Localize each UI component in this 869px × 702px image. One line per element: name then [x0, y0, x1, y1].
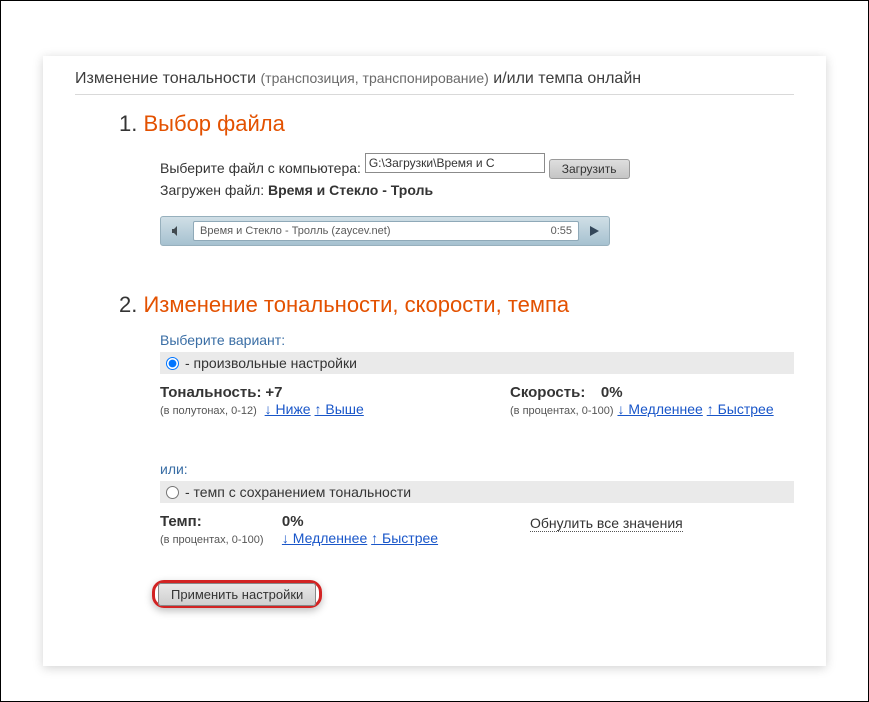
- reset-link[interactable]: Обнулить все значения: [530, 515, 683, 532]
- loaded-file-name: Время и Стекло - Троль: [268, 182, 433, 198]
- section1-title: Выбор файла: [143, 111, 284, 136]
- track-time: 0:55: [551, 225, 572, 237]
- tonality-higher-link[interactable]: ↑ Выше: [315, 401, 364, 417]
- speed-faster-link[interactable]: ↑ Быстрее: [707, 401, 774, 417]
- tonality-hint: (в полутонах, 0-12): [160, 405, 257, 417]
- audio-player[interactable]: Время и Стекло - Тролль (zaycev.net) 0:5…: [160, 216, 610, 246]
- choose-variant-label: Выберите вариант:: [160, 332, 794, 348]
- section1-heading: 1. Выбор файла: [119, 111, 794, 137]
- section1-num: 1.: [119, 111, 137, 136]
- tonality-label: Тональность:: [160, 384, 261, 401]
- title-tail: и/или темпа онлайн: [493, 70, 641, 87]
- loaded-file-label: Загружен файл:: [160, 182, 264, 198]
- browse-button[interactable]: Обзор…: [494, 172, 541, 173]
- tempo-label: Темп:: [160, 513, 278, 530]
- file-path-text: G:\Загрузки\Время и С: [369, 156, 495, 170]
- radio-arbitrary-label: - произвольные настройки: [185, 355, 357, 371]
- choose-file-label: Выберите файл с компьютера:: [160, 160, 361, 176]
- radio-arbitrary[interactable]: [166, 357, 179, 370]
- player-track[interactable]: Время и Стекло - Тролль (zaycev.net) 0:5…: [193, 221, 579, 241]
- radio-arbitrary-row[interactable]: - произвольные настройки: [160, 352, 794, 374]
- speed-value: 0%: [601, 384, 623, 401]
- file-path-input[interactable]: G:\Загрузки\Время и С Обзор…: [365, 153, 545, 173]
- speed-label: Скорость:: [510, 384, 585, 401]
- page-title: Изменение тональности (транспозиция, тра…: [75, 70, 794, 95]
- track-title: Время и Стекло - Тролль (zaycev.net): [200, 225, 391, 237]
- radio-tempo[interactable]: [166, 486, 179, 499]
- section2-title: Изменение тональности, скорости, темпа: [143, 292, 569, 317]
- section2-heading: 2. Изменение тональности, скорости, темп…: [119, 292, 794, 318]
- tempo-value: 0%: [282, 513, 304, 530]
- play-icon[interactable]: [585, 222, 603, 240]
- tempo-faster-link[interactable]: ↑ Быстрее: [371, 530, 438, 546]
- radio-tempo-label: - темп с сохранением тональности: [185, 484, 411, 500]
- tempo-hint: (в процентах, 0-100): [160, 534, 278, 546]
- apply-highlight: Применить настройки: [152, 580, 322, 608]
- apply-button[interactable]: Применить настройки: [158, 583, 316, 606]
- title-sub: (транспозиция, транспонирование): [261, 70, 489, 86]
- tonality-value: +7: [265, 384, 282, 401]
- speaker-icon[interactable]: [167, 221, 187, 241]
- title-main: Изменение тональности: [75, 70, 256, 87]
- tempo-slower-link[interactable]: ↓ Медленнее: [282, 530, 367, 546]
- tonality-lower-link[interactable]: ↓ Ниже: [265, 401, 311, 417]
- speed-hint: (в процентах, 0-100): [510, 405, 614, 417]
- section2-num: 2.: [119, 292, 137, 317]
- or-label: или:: [160, 461, 794, 477]
- speed-slower-link[interactable]: ↓ Медленнее: [617, 401, 702, 417]
- radio-tempo-row[interactable]: - темп с сохранением тональности: [160, 481, 794, 503]
- upload-button[interactable]: Загрузить: [549, 159, 630, 179]
